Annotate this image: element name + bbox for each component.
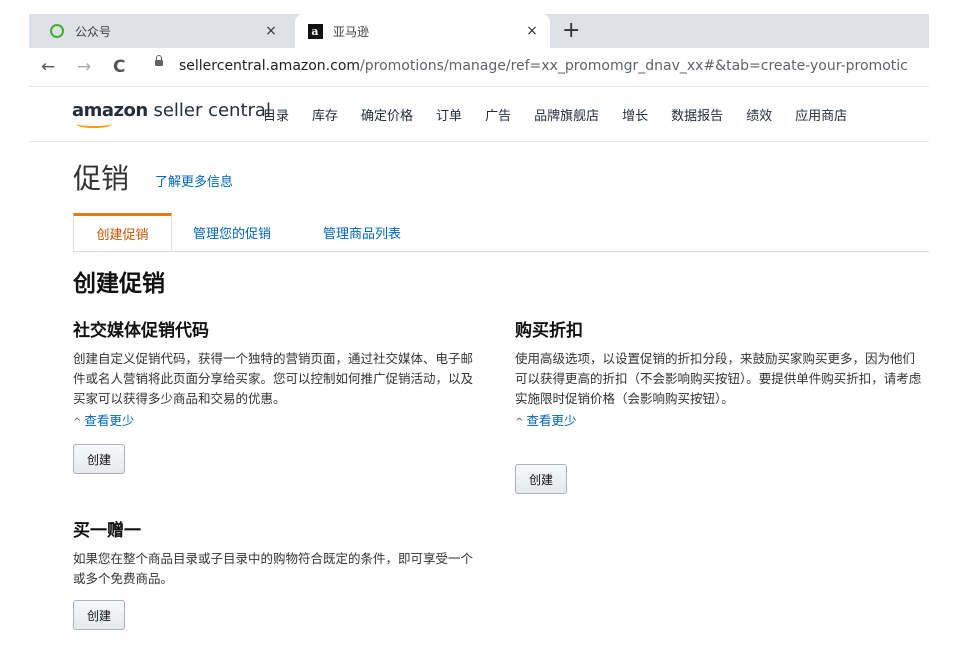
tab-manage-listings[interactable]: 管理商品列表: [323, 213, 401, 251]
menu-item-orders[interactable]: 订单: [436, 105, 462, 124]
seller-central-header: amazon seller central 目录 库存 确定价格 订单 广告 品…: [29, 87, 929, 142]
tab-label: 公众号: [75, 24, 112, 39]
card-title: 购买折扣: [515, 321, 583, 341]
menu-item-performance[interactable]: 绩效: [746, 105, 772, 124]
url-bar[interactable]: sellercentral.amazon.com/promotions/mana…: [179, 58, 908, 74]
lock-icon: [155, 55, 163, 66]
buy-one-get-one-card: 买一赠一 如果您在整个商品目录或子目录中的购物符合既定的条件，即可享受一个或多个…: [73, 516, 483, 589]
see-less-link[interactable]: ^ 查看更少: [73, 410, 483, 429]
forward-icon[interactable]: →: [77, 57, 91, 77]
page-title: 促销: [73, 162, 130, 195]
address-toolbar: ← → C sellercentral.amazon.com/promotion…: [29, 48, 929, 87]
card-title: 社交媒体促销代码: [73, 321, 209, 341]
caret-up-icon: ^: [73, 417, 82, 428]
see-less-link[interactable]: ^ 查看更少: [515, 410, 925, 429]
card-description: 使用高级选项，以设置促销的折扣分段，来鼓励买家购买更多，因为他们可以获得更高的折…: [515, 351, 922, 406]
browser-tab-amazon[interactable]: a 亚马逊 ×: [295, 14, 550, 48]
menu-item-pricing[interactable]: 确定价格: [361, 105, 413, 124]
browser-window: 公众号 × a 亚马逊 × + ← → C sellercentral.amaz…: [29, 14, 929, 639]
menu-item-catalog[interactable]: 目录: [263, 105, 289, 124]
section-heading: 创建促销: [73, 271, 165, 297]
promotion-tabs: 创建促销 管理您的促销 管理商品列表: [73, 213, 929, 252]
url-path: /promotions/manage/ref=xx_promomgr_dnav_…: [360, 58, 908, 74]
menu-item-appstore[interactable]: 应用商店: [795, 105, 847, 124]
social-media-promo-card: 社交媒体促销代码 创建自定义促销代码，获得一个独特的营销页面，通过社交媒体、电子…: [73, 316, 483, 429]
purchase-discount-card: 购买折扣 使用高级选项，以设置促销的折扣分段，来鼓励买家购买更多，因为他们可以获…: [515, 316, 925, 429]
close-icon[interactable]: ×: [522, 23, 542, 39]
menu-item-stores[interactable]: 品牌旗舰店: [534, 105, 599, 124]
create-discount-button[interactable]: 创建: [515, 464, 567, 494]
tab-label: 亚马逊: [333, 24, 370, 39]
create-social-promo-button[interactable]: 创建: [73, 444, 125, 474]
close-icon[interactable]: ×: [261, 23, 281, 39]
amazon-icon: a: [307, 23, 323, 39]
seller-central-logo[interactable]: amazon seller central: [72, 100, 271, 121]
menu-item-inventory[interactable]: 库存: [312, 105, 338, 124]
menu-item-reports[interactable]: 数据报告: [671, 105, 723, 124]
new-tab-button[interactable]: +: [562, 18, 580, 44]
menu-item-growth[interactable]: 增长: [622, 105, 648, 124]
learn-more-link[interactable]: 了解更多信息: [155, 171, 233, 190]
main-menu: 目录 库存 确定价格 订单 广告 品牌旗舰店 增长 数据报告 绩效 应用商店: [263, 105, 870, 124]
tab-strip: 公众号 × a 亚马逊 × +: [29, 14, 929, 48]
create-bogo-button[interactable]: 创建: [73, 600, 125, 630]
card-description: 如果您在整个商品目录或子目录中的购物符合既定的条件，即可享受一个或多个免费商品。: [73, 551, 474, 586]
menu-item-advertising[interactable]: 广告: [485, 105, 511, 124]
wechat-icon: [49, 23, 65, 39]
browser-tab-wechat[interactable]: 公众号 ×: [37, 14, 289, 48]
reload-icon[interactable]: C: [113, 57, 125, 77]
tab-manage-promotions[interactable]: 管理您的促销: [193, 213, 271, 251]
tab-create-promotion[interactable]: 创建促销: [73, 213, 172, 251]
back-icon[interactable]: ←: [41, 57, 55, 77]
url-host: sellercentral.amazon.com: [179, 58, 361, 74]
card-title: 买一赠一: [73, 521, 141, 541]
caret-up-icon: ^: [515, 417, 524, 428]
card-description: 创建自定义促销代码，获得一个独特的营销页面，通过社交媒体、电子邮件或名人营销将此…: [73, 351, 474, 406]
amazon-smile-icon: [76, 120, 112, 128]
